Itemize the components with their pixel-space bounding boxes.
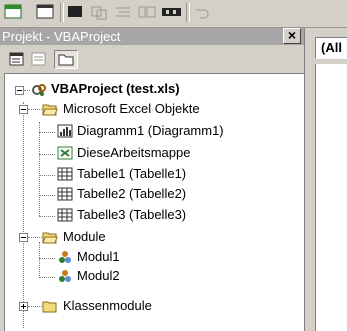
collapse-project-toggle[interactable]: [15, 86, 24, 95]
panel-title: Projekt - VBAProject: [2, 29, 121, 44]
chart-sheet-icon: [57, 123, 73, 139]
view-code-button[interactable]: [7, 50, 27, 69]
expand-class-modules-toggle[interactable]: [19, 302, 28, 311]
tree-connector: [28, 237, 42, 238]
copy-icon[interactable]: [88, 2, 111, 22]
folder-icon: [42, 298, 58, 314]
worksheet-icon: [57, 186, 73, 202]
tree-connector: [39, 122, 40, 216]
tree-connector: [28, 109, 42, 110]
worksheet-icon: [57, 207, 73, 223]
tree-node-label: Diagramm1 (Diagramm1): [77, 123, 224, 138]
vbe-toolbar: [0, 0, 347, 28]
cut-icon[interactable]: [64, 2, 87, 22]
tree-connector: [39, 216, 55, 217]
code-editor[interactable]: [315, 64, 347, 331]
outdent-icon[interactable]: [136, 2, 159, 22]
find-icon[interactable]: [160, 2, 183, 22]
tree-node-label: Tabelle1 (Tabelle1): [77, 166, 187, 181]
tree-connector: [39, 132, 55, 133]
collapse-excel-objects-toggle[interactable]: [19, 105, 28, 114]
tree-connector: [39, 175, 55, 176]
tree-connector: [39, 258, 55, 259]
undo-icon[interactable]: [190, 2, 213, 22]
workbook-icon: [57, 145, 73, 161]
vba-project-icon: [31, 82, 47, 98]
tree-connector: [39, 277, 55, 278]
tree-node-label: VBAProject (test.xls): [51, 81, 180, 96]
tree-connector: [39, 242, 40, 276]
toggle-folders-button[interactable]: [54, 50, 78, 69]
project-tree: VBAProject (test.xls) Microsoft Excel Ob…: [4, 73, 304, 331]
project-explorer-panel: Projekt - VBAProject × VBAProject (test.…: [0, 28, 304, 331]
tree-connector: [39, 154, 55, 155]
object-combo[interactable]: (All: [315, 37, 347, 59]
view-object-button[interactable]: [29, 50, 49, 69]
collapse-modules-toggle[interactable]: [19, 233, 28, 242]
tree-connector: [28, 306, 42, 307]
close-button[interactable]: ×: [283, 28, 301, 44]
tree-node-label: Tabelle2 (Tabelle2): [77, 186, 187, 201]
tree-node-label: DieseArbeitsmappe: [77, 145, 191, 160]
tree-node-label: Module: [63, 229, 106, 244]
module-icon: [57, 268, 73, 284]
indent-icon[interactable]: [112, 2, 135, 22]
tree-node-label: Microsoft Excel Objekte: [63, 101, 200, 116]
tree-node-label: Modul2: [77, 268, 120, 283]
tree-connector: [24, 90, 30, 91]
tree-node-label: Klassenmodule: [63, 298, 152, 313]
open-folder-icon: [42, 229, 58, 245]
tree-connector: [39, 195, 55, 196]
tree-connector: [23, 102, 24, 328]
insert-userform-icon[interactable]: [34, 2, 57, 22]
tree-node-label: Tabelle3 (Tabelle3): [77, 207, 187, 222]
project-explorer-toolbar: [0, 45, 304, 73]
open-folder-icon: [42, 101, 58, 117]
code-window: (All: [304, 28, 347, 331]
tree-node-label: Modul1: [77, 249, 120, 264]
module-icon: [57, 249, 73, 265]
worksheet-icon: [57, 166, 73, 182]
project-explorer-titlebar[interactable]: Projekt - VBAProject ×: [0, 28, 304, 45]
view-excel-icon[interactable]: [2, 2, 25, 22]
